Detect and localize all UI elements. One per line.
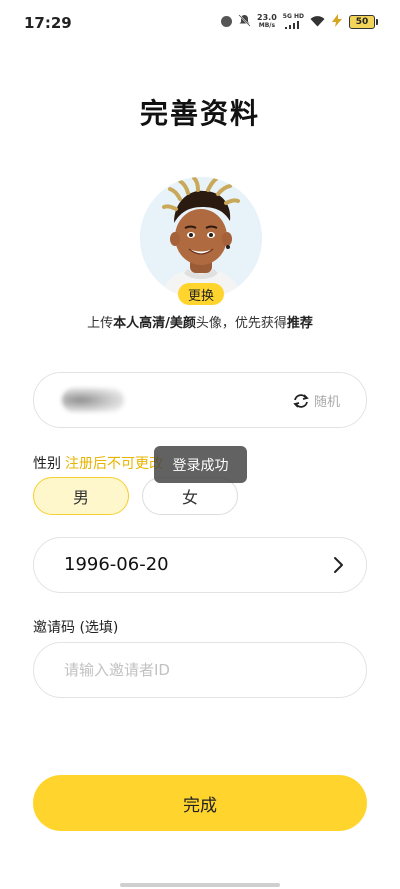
- avatar-hint: 上传本人高清/美颜头像，优先获得推荐: [0, 312, 400, 331]
- status-bar: 17:29 23.0 MB/s 5G HD 50: [0, 0, 400, 46]
- avatar-illustration: [140, 177, 262, 299]
- invite-code-field[interactable]: [33, 642, 367, 698]
- gender-male-button[interactable]: 男: [33, 477, 129, 515]
- net-speed-unit: MB/s: [258, 21, 276, 29]
- hint-prefix: 上传: [87, 316, 114, 331]
- charging-icon: [331, 12, 343, 31]
- chevron-right-icon: [334, 557, 343, 573]
- hint-bold-recommend: 推荐: [286, 316, 313, 331]
- nickname-field[interactable]: 随机: [33, 372, 367, 428]
- signal-indicator: 5G HD: [283, 13, 304, 31]
- wifi-icon: [310, 12, 325, 31]
- login-success-toast: 登录成功: [154, 446, 247, 483]
- battery-tip: [376, 18, 378, 25]
- done-button[interactable]: 完成: [33, 775, 367, 831]
- hint-middle: 头像，优先获得: [195, 316, 287, 331]
- avatar-container[interactable]: 更换: [140, 177, 262, 305]
- status-icons: 23.0 MB/s 5G HD 50: [221, 12, 378, 31]
- birthday-value: 1996-06-20: [64, 554, 169, 575]
- battery-indicator: 50: [349, 14, 378, 29]
- home-indicator[interactable]: [120, 883, 280, 887]
- nickname-value-blurred: [62, 388, 124, 412]
- gender-label: 性别: [33, 456, 61, 472]
- battery-level: 50: [355, 16, 369, 27]
- status-time: 17:29: [24, 14, 72, 32]
- random-nickname-button[interactable]: 随机: [292, 391, 340, 410]
- signal-bars-icon: [285, 20, 300, 29]
- gender-warning: 注册后不可更改: [65, 456, 163, 472]
- invite-code-label: 邀请码 (选填): [33, 620, 119, 636]
- birthday-field[interactable]: 1996-06-20: [33, 537, 367, 593]
- mute-bell-icon: [238, 12, 251, 31]
- random-label: 随机: [313, 395, 340, 410]
- page-title: 完善资料: [139, 97, 260, 130]
- change-avatar-button[interactable]: 更换: [178, 283, 224, 305]
- alarm-icon: [221, 16, 233, 27]
- avatar[interactable]: [140, 177, 262, 299]
- battery-body: 50: [349, 14, 375, 29]
- gender-section-label: 性别 注册后不可更改: [33, 453, 163, 473]
- network-type: 5G HD: [282, 12, 304, 20]
- invite-code-input[interactable]: [64, 657, 334, 683]
- refresh-icon: [293, 393, 309, 408]
- net-speed-value: 23.0: [257, 12, 277, 22]
- hint-bold-quality: 本人高清/美颜: [113, 316, 196, 331]
- net-speed: 23.0 MB/s: [257, 12, 277, 30]
